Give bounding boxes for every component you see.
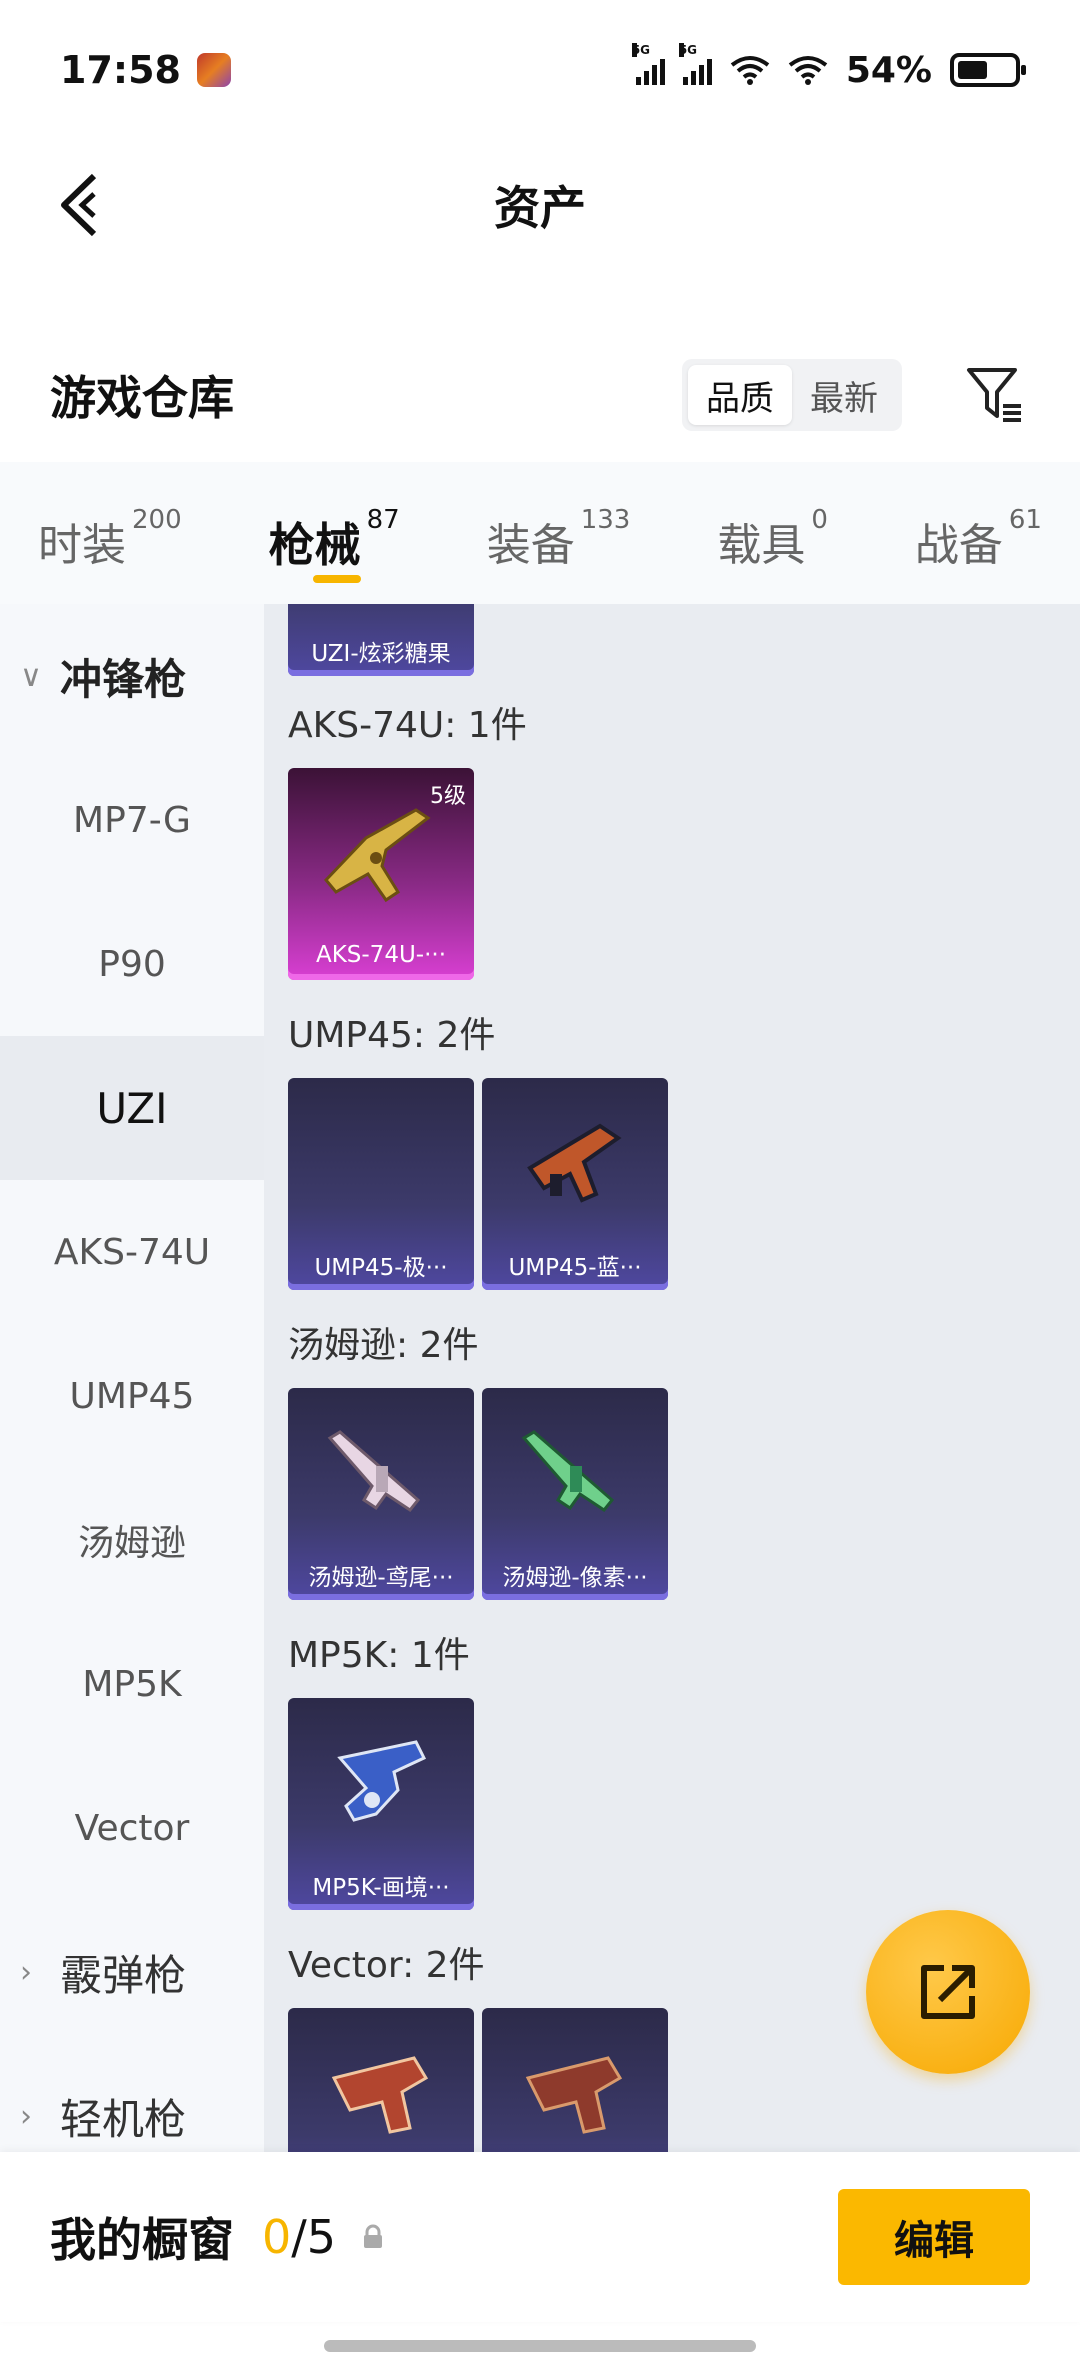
- weapon-card[interactable]: 汤姆逊-像素···: [482, 1388, 668, 1600]
- sidebar-group-label: 霰弹枪: [60, 1950, 187, 2000]
- battery-icon: [950, 53, 1026, 87]
- gun-skin-icon: [527, 1123, 622, 1203]
- app-notification-icon: [196, 53, 231, 87]
- section-title-aks74u: AKS-74U: 1件: [288, 705, 527, 746]
- weapon-sidebar: ∨ 冲锋枪 MP7-G P90 UZI AKS-74U UMP45 汤姆逊 MP…: [0, 604, 264, 2152]
- gun-skin-icon: [521, 1430, 615, 1513]
- sidebar-item-aks74u[interactable]: AKS-74U: [0, 1180, 264, 1324]
- section-title-vector: Vector: 2件: [288, 1945, 485, 1986]
- tab-label: 时装: [38, 520, 126, 571]
- sidebar-group-shotgun[interactable]: › 霰弹枪: [0, 1900, 264, 2044]
- tab-label: 枪械: [268, 518, 361, 572]
- sidebar-item-uzi[interactable]: UZI: [0, 1036, 264, 1180]
- filter-button[interactable]: [960, 360, 1030, 430]
- tab-label: 装备: [486, 520, 575, 571]
- page-title: 资产: [494, 181, 586, 235]
- app-header: 资产: [0, 140, 1080, 270]
- showcase-title: 我的橱窗: [50, 2213, 234, 2267]
- chevron-right-icon: ›: [20, 2098, 32, 2134]
- sidebar-item-mp7g[interactable]: MP7-G: [0, 748, 264, 892]
- sidebar-group-lmg[interactable]: › 轻机枪: [0, 2044, 264, 2152]
- weapon-card[interactable]: [288, 2008, 474, 2152]
- sidebar-item-thompson[interactable]: 汤姆逊: [0, 1468, 264, 1612]
- chevron-right-icon: ›: [20, 1954, 32, 1990]
- battery-percent: 54%: [845, 49, 932, 91]
- tab-count: 133: [580, 505, 631, 535]
- weapon-card-label: 汤姆逊-鸢尾···: [308, 1565, 454, 1591]
- home-indicator[interactable]: [324, 2340, 756, 2352]
- status-time: 17:58: [60, 48, 181, 92]
- tab-firearms[interactable]: 枪械 87: [269, 483, 400, 583]
- weapon-card-label: 汤姆逊-像素···: [502, 1565, 648, 1591]
- signal-icon: 5G: [678, 43, 712, 85]
- gun-skin-icon: [525, 2056, 623, 2134]
- tab-count: 0: [811, 505, 828, 535]
- share-icon: [921, 1965, 975, 2019]
- tab-fashion[interactable]: 时装 200: [38, 483, 182, 583]
- wifi-icon: [730, 56, 770, 85]
- section-title-thompson: 汤姆逊: 2件: [288, 1325, 479, 1366]
- sidebar-group-label: 轻机枪: [60, 2094, 187, 2144]
- weapon-card[interactable]: UMP45-极···: [288, 1078, 474, 1290]
- warehouse-title: 游戏仓库: [50, 371, 234, 425]
- sort-toggle: 品质 最新: [682, 359, 902, 431]
- tab-count: 87: [366, 505, 400, 535]
- tab-vehicles[interactable]: 载具 0: [717, 483, 828, 583]
- section-title-ump45: UMP45: 2件: [288, 1015, 496, 1056]
- weapon-card[interactable]: UMP45-蓝···: [482, 1078, 668, 1290]
- filter-icon: [967, 368, 1021, 422]
- showcase-total: /5: [291, 2210, 337, 2264]
- section-title-mp5k: MP5K: 1件: [288, 1635, 470, 1676]
- weapon-card-label: UMP45-极···: [314, 1255, 448, 1281]
- gun-skin-icon: [327, 1430, 421, 1513]
- weapon-card-label: UZI-炫彩糖果: [311, 641, 451, 667]
- tab-count: 200: [132, 505, 182, 535]
- sort-quality-button[interactable]: 品质: [688, 365, 792, 425]
- tab-count: 61: [1008, 505, 1042, 535]
- sidebar-group-smg[interactable]: ∨ 冲锋枪: [0, 604, 264, 748]
- sidebar-item-p90[interactable]: P90: [0, 892, 264, 1036]
- wifi-icon: [788, 56, 828, 85]
- weapon-card-label: AKS-74U-···: [315, 942, 447, 968]
- warehouse-header: 游戏仓库 品质 最新: [0, 340, 1080, 450]
- status-indicators: 5G 5G 54%: [631, 43, 1026, 91]
- category-tabs: 时装 200 枪械 87 装备 133 载具 0 战备 61: [0, 462, 1080, 604]
- weapon-card[interactable]: 汤姆逊-鸢尾···: [288, 1388, 474, 1600]
- showcase-bar: 我的橱窗 0/5 编辑: [0, 2152, 1080, 2322]
- showcase-count: 0/5: [262, 2210, 336, 2264]
- tab-supplies[interactable]: 战备 61: [915, 483, 1042, 583]
- status-bar: 17:58 5G 5G 54%: [0, 0, 1080, 140]
- gun-skin-icon: [331, 2056, 429, 2134]
- sort-newest-button[interactable]: 最新: [792, 365, 896, 425]
- weapon-card[interactable]: UZI-炫彩糖果: [288, 604, 474, 676]
- showcase-current: 0: [262, 2210, 292, 2264]
- edit-button[interactable]: 编辑: [838, 2189, 1030, 2285]
- chevron-down-icon: ∨: [20, 658, 42, 694]
- sidebar-item-ump45[interactable]: UMP45: [0, 1324, 264, 1468]
- network-type-label: 5G: [678, 43, 698, 57]
- tab-equipment[interactable]: 装备 133: [487, 483, 631, 583]
- gun-skin-icon: [323, 808, 431, 903]
- weapon-card-label: MP5K-画境···: [312, 1875, 450, 1901]
- back-button[interactable]: [40, 165, 120, 245]
- tab-label: 载具: [717, 520, 806, 571]
- weapon-card[interactable]: MP5K-画境···: [288, 1698, 474, 1910]
- network-type-label: 5G: [631, 43, 651, 57]
- sidebar-item-vector[interactable]: Vector: [0, 1756, 264, 1900]
- sidebar-group-label: 冲锋枪: [60, 654, 187, 704]
- back-arrow-icon: [61, 173, 97, 237]
- share-button[interactable]: [866, 1910, 1030, 2074]
- tab-label: 战备: [914, 520, 1003, 571]
- sidebar-item-mp5k[interactable]: MP5K: [0, 1612, 264, 1756]
- signal-icon: 5G: [631, 43, 665, 85]
- weapon-card[interactable]: 5级 AKS-74U-···: [288, 768, 474, 980]
- gun-skin-icon: [337, 1740, 427, 1822]
- weapon-card[interactable]: [482, 2008, 668, 2152]
- lock-icon: [364, 2224, 383, 2248]
- weapon-card-label: UMP45-蓝···: [508, 1255, 642, 1281]
